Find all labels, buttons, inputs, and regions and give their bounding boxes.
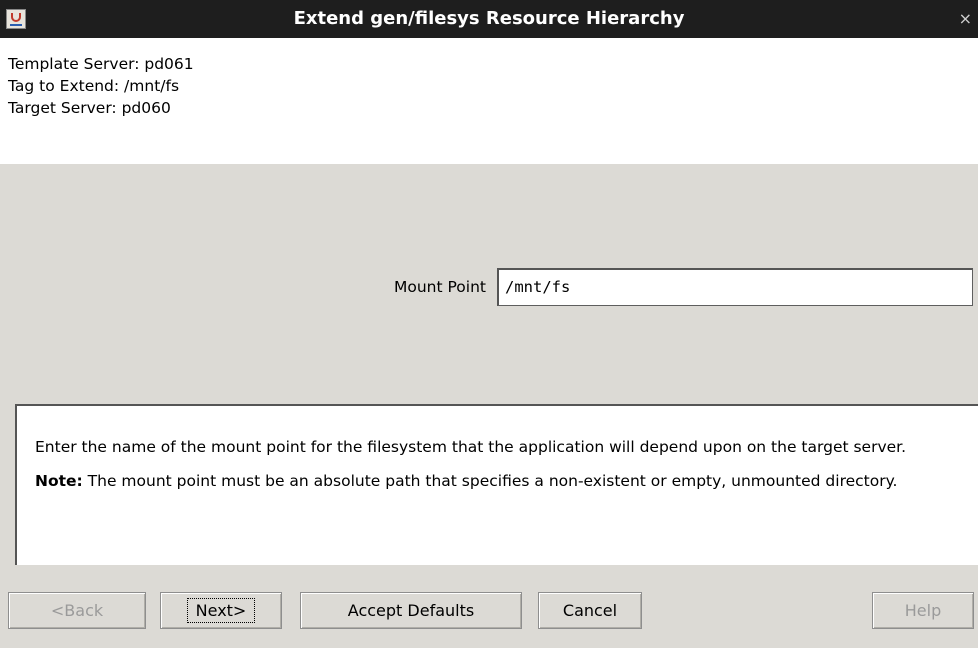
help-button[interactable]: Help xyxy=(872,592,974,629)
title-bar[interactable]: Extend gen/filesys Resource Hierarchy × xyxy=(0,0,978,38)
server-info: Template Server: pd061 Tag to Extend: /m… xyxy=(8,53,194,119)
back-button[interactable]: <Back xyxy=(8,592,146,629)
note-label: Note: xyxy=(35,472,83,490)
tag-to-extend-text: Tag to Extend: /mnt/fs xyxy=(8,77,180,95)
cancel-button[interactable]: Cancel xyxy=(538,592,642,629)
mount-point-label: Mount Point xyxy=(394,278,486,296)
target-server-text: Target Server: pd060 xyxy=(8,99,171,117)
help-note: Note: The mount point must be an absolut… xyxy=(35,470,978,492)
help-description: Enter the name of the mount point for th… xyxy=(35,438,907,456)
help-text-box: Enter the name of the mount point for th… xyxy=(15,404,978,565)
accept-defaults-button[interactable]: Accept Defaults xyxy=(300,592,522,629)
template-server-text: Template Server: pd061 xyxy=(8,55,194,73)
close-icon[interactable]: × xyxy=(959,9,972,28)
window-title: Extend gen/filesys Resource Hierarchy xyxy=(293,8,685,29)
mount-point-input[interactable]: /mnt/fs xyxy=(497,268,973,306)
next-button-label: Next> xyxy=(186,598,256,623)
next-button[interactable]: Next> xyxy=(160,592,282,629)
note-text: The mount point must be an absolute path… xyxy=(82,472,898,490)
